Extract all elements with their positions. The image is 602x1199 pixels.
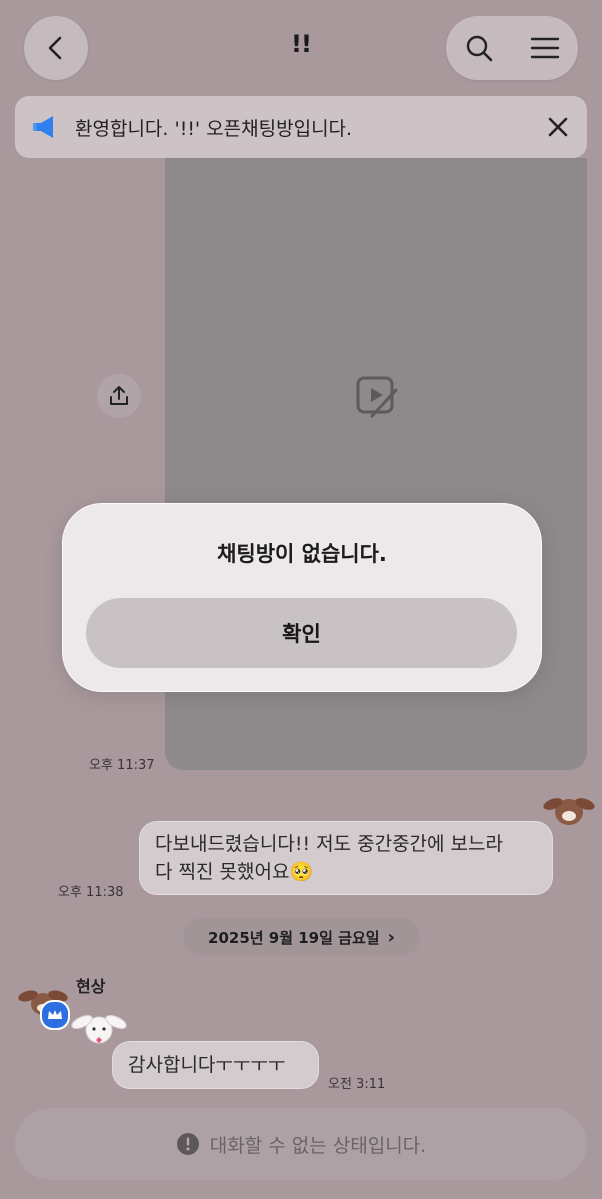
search-button[interactable] [464,33,494,63]
owner-crown-badge [40,1000,70,1030]
date-divider[interactable]: 2025년 9월 19일 금요일 › [183,918,420,956]
message-bubble-outgoing[interactable]: 다보내드렸습니다!! 저도 중간중간에 보느라 다 찍진 못했어요🥺 [139,821,553,895]
search-icon [466,35,493,62]
menu-button[interactable] [530,33,560,63]
disabled-status-text: 대화할 수 없는 상태입니다. [209,1134,427,1157]
date-label: 2025년 9월 19일 금요일 [208,928,380,947]
sender-name: 현상 [76,977,106,996]
alert-icon [176,1133,199,1155]
notice-text: 환영합니다. '!!' 오픈채팅방입니다. [75,117,353,140]
confirm-button[interactable]: 확인 [86,598,517,668]
megaphone-icon [33,116,53,138]
dialog-message: 채팅방이 없습니다. [217,542,387,566]
profile-avatar[interactable] [541,782,597,830]
alert-dialog: 채팅방이 없습니다. 확인 [62,503,542,692]
chat-input-disabled: 대화할 수 없는 상태입니다. [15,1108,587,1180]
close-icon [548,117,568,137]
header-actions [446,16,578,80]
message-time: 오후 11:37 [89,758,155,773]
share-button[interactable] [97,374,141,418]
close-notice-button[interactable] [547,116,569,138]
notice-banner[interactable]: 환영합니다. '!!' 오픈채팅방입니다. [15,96,587,158]
message-text-line: 다 찍진 못했어요🥺 [155,861,314,883]
crown-icon [48,1010,62,1019]
message-bubble-incoming[interactable]: 감사합니다ㅜㅜㅜㅜ [112,1041,319,1089]
message-time: 오전 3:11 [328,1077,386,1092]
share-icon [110,386,128,405]
message-text: 감사합니다ㅜㅜㅜㅜ [128,1054,286,1076]
hamburger-menu-icon [530,37,560,59]
video-unavailable-icon [356,376,398,418]
message-text-line: 다보내드렸습니다!! 저도 중간중간에 보느라 [155,833,503,855]
chevron-right-icon: › [387,926,395,948]
sender-avatar[interactable] [18,980,70,1030]
message-time: 오후 11:38 [58,885,124,900]
